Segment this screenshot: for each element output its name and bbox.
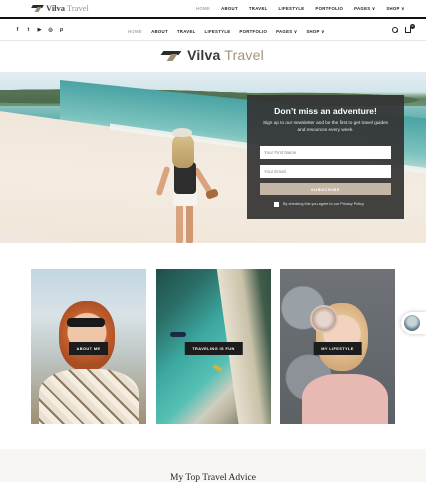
sticky-nav-pages[interactable]: PAGES ∨ <box>354 6 375 12</box>
sticky-nav-portfolio[interactable]: PORTFOLIO <box>315 6 343 12</box>
section-title: My Top Travel Advice <box>170 473 256 482</box>
subscribe-button[interactable]: SUBSCRIBE <box>260 183 391 195</box>
sticky-header: Vilva Travel HOME ABOUT TRAVEL LIFESTYLE… <box>0 0 426 19</box>
facebook-icon[interactable]: f <box>15 28 20 33</box>
sticky-nav: HOME ABOUT TRAVEL LIFESTYLE PORTFOLIO PA… <box>196 6 405 12</box>
card-label-about-me[interactable]: ABOUT ME <box>68 342 109 355</box>
nav-portfolio[interactable]: PORTFOLIO <box>239 29 267 35</box>
nav-shop[interactable]: SHOP ∨ <box>306 29 324 35</box>
portrait-photo <box>59 301 115 371</box>
consent-checkbox[interactable] <box>274 202 279 207</box>
sticky-nav-travel[interactable]: TRAVEL <box>249 6 268 12</box>
nav-home[interactable]: HOME <box>128 29 142 35</box>
first-name-input[interactable] <box>260 146 391 159</box>
sticky-nav-lifestyle[interactable]: LIFESTYLE <box>279 6 305 12</box>
nav-pages[interactable]: PAGES ∨ <box>276 29 297 35</box>
instagram-icon[interactable]: ◎ <box>48 28 53 33</box>
card-label-lifestyle[interactable]: MY LIFESTYLE <box>313 342 362 355</box>
site-logo-small[interactable]: Vilva Travel <box>32 3 89 13</box>
hero-photo-woman <box>150 126 230 243</box>
newsletter-title: Don’t miss an adventure! <box>274 106 377 116</box>
email-input[interactable] <box>260 165 391 178</box>
social-links: f t ▶ ◎ p <box>15 28 64 33</box>
nav-lifestyle[interactable]: LIFESTYLE <box>205 29 231 35</box>
logo-bold-text: Vilva <box>46 3 66 13</box>
newsletter-box: Don’t miss an adventure! Sign up to our … <box>247 95 404 219</box>
site-logo[interactable]: Vilva Travel <box>0 47 426 63</box>
consent-label: By checking this you agree to our Privac… <box>283 202 365 206</box>
card-label-traveling[interactable]: TRAVELING IS FUN <box>184 342 243 355</box>
sticky-nav-about[interactable]: ABOUT <box>221 6 238 12</box>
logo-mark-icon <box>160 49 182 61</box>
card-about-me[interactable]: ABOUT ME <box>31 269 146 424</box>
sticky-nav-home[interactable]: HOME <box>196 6 210 12</box>
newsletter-text: Sign up to our newsletter and be the fir… <box>262 120 389 132</box>
logo-mark-icon <box>32 4 43 12</box>
logo-light-text: Travel <box>220 47 264 63</box>
pinterest-icon[interactable]: p <box>59 28 64 33</box>
floating-avatar-button[interactable] <box>401 312 426 334</box>
avatar <box>404 315 420 331</box>
cart-count-badge: 0 <box>410 24 415 29</box>
nav-about[interactable]: ABOUT <box>151 29 168 35</box>
card-traveling[interactable]: TRAVELING IS FUN <box>156 269 271 424</box>
sticky-nav-shop[interactable]: SHOP ∨ <box>386 6 404 12</box>
main-nav: HOME ABOUT TRAVEL LIFESTYLE PORTFOLIO PA… <box>128 29 325 35</box>
card-lifestyle[interactable]: MY LIFESTYLE <box>280 269 395 424</box>
search-icon[interactable] <box>392 27 398 33</box>
logo-bold-text: Vilva <box>187 47 221 63</box>
youtube-icon[interactable]: ▶ <box>37 28 42 33</box>
twitter-icon[interactable]: t <box>26 28 31 33</box>
logo-light-text: Travel <box>65 3 89 13</box>
main-header: f t ▶ ◎ p HOME ABOUT TRAVEL LIFESTYLE PO… <box>0 21 426 41</box>
nav-travel[interactable]: TRAVEL <box>177 29 196 35</box>
